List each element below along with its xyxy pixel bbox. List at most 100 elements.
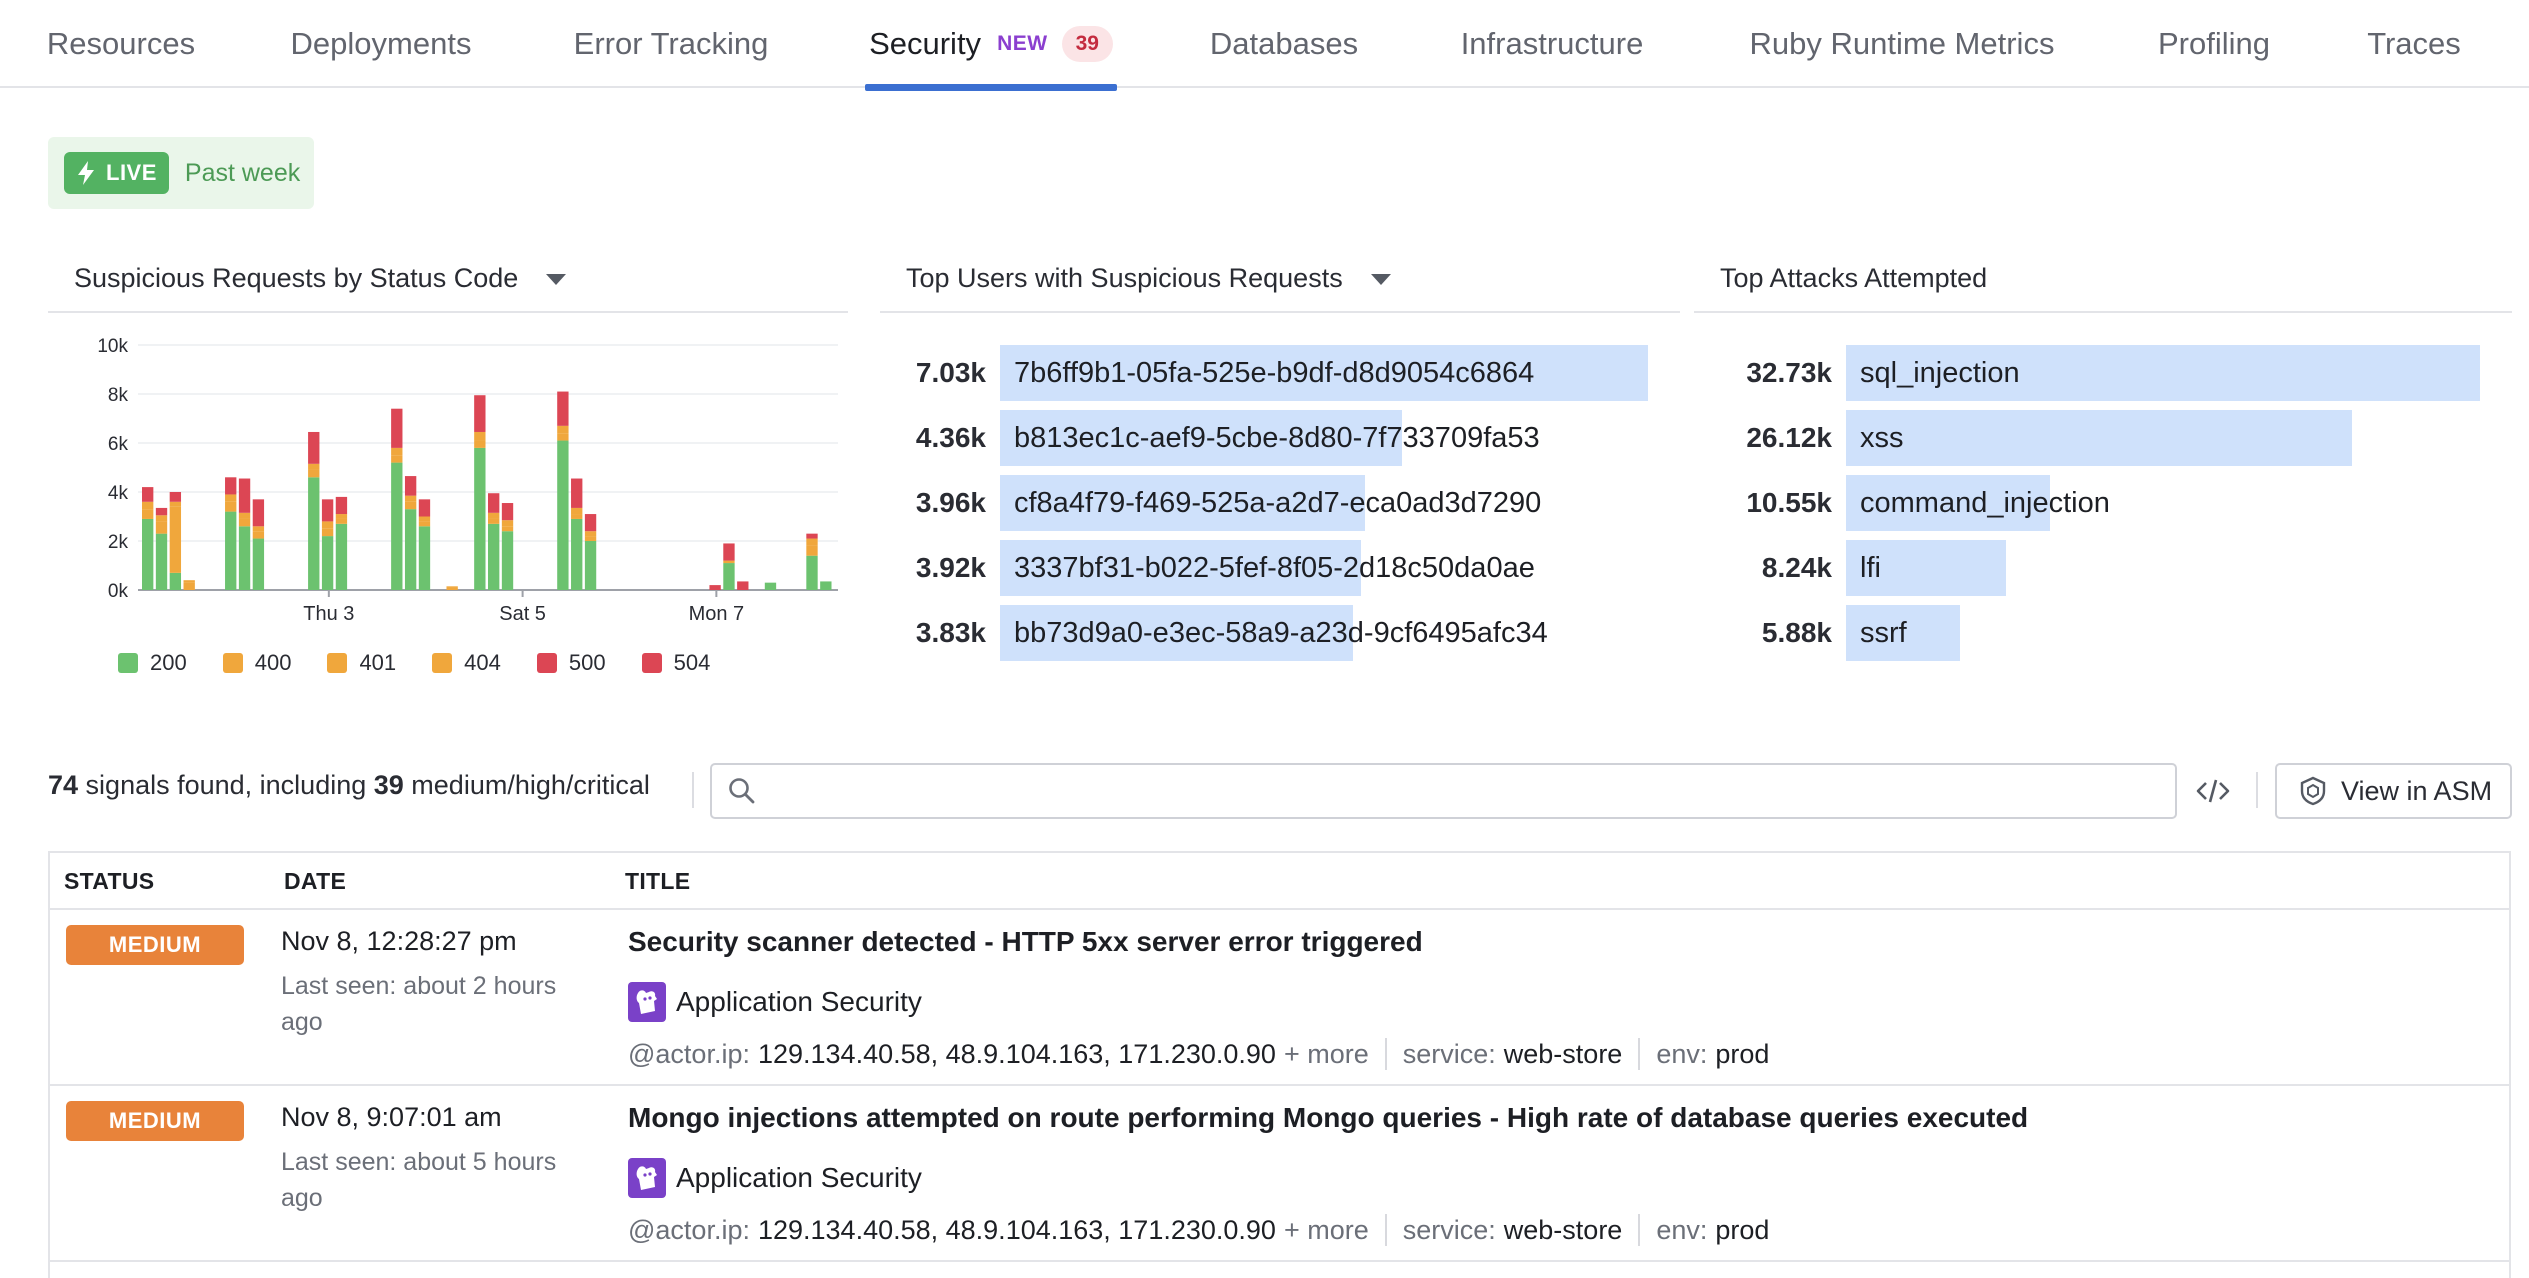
time-range-selector[interactable]: LIVE Past week — [48, 137, 314, 209]
tab-label: Traces — [2367, 26, 2461, 61]
bar-segment-400 — [321, 528, 334, 537]
datadog-logo-icon — [628, 982, 666, 1022]
view-in-asm-button[interactable]: View in ASM — [2275, 763, 2512, 819]
tab-profiling[interactable]: Profiling — [2150, 0, 2278, 88]
value-label: 3.83k — [915, 617, 986, 648]
value-label: 32.73k — [1746, 357, 1832, 388]
y-tick-label: 10k — [97, 336, 128, 357]
bar-segment-200 — [308, 477, 320, 590]
signal-attributes: @actor.ip: 129.134.40.58, 48.9.104.163, … — [628, 1212, 1769, 1248]
bar-segment-200 — [155, 533, 168, 590]
bar-track: xss — [1846, 410, 2480, 466]
legend-item-500[interactable]: 500 — [536, 650, 606, 676]
top-users-list: 7.03k 7b6ff9b1-05fa-525e-b9df-d8d9054c686… — [882, 345, 1650, 670]
chevron-down-icon[interactable] — [546, 273, 567, 285]
tab-ruby-runtime-metrics[interactable]: Ruby Runtime Metrics — [1746, 0, 2058, 88]
category-label: 3337bf31-b022-5fef-8f05-2d18c50da0ae — [1014, 551, 1535, 584]
signals-search[interactable] — [710, 763, 2177, 819]
more-link[interactable]: + more — [1284, 1215, 1369, 1246]
tab-infrastructure[interactable]: Infrastructure — [1452, 0, 1652, 88]
tab-databases[interactable]: Databases — [1208, 0, 1360, 88]
bar-segment-404 — [308, 463, 320, 470]
top-attack-row[interactable]: 8.24k lfi — [1728, 540, 2480, 596]
column-header-title[interactable]: TITLE — [625, 853, 690, 910]
source-label: Application Security — [676, 1162, 922, 1193]
search-input[interactable] — [768, 765, 2175, 817]
table-header: STATUS DATE TITLE — [50, 853, 2509, 910]
bar-segment-504 — [404, 476, 417, 496]
lightning-icon — [78, 161, 94, 185]
legend-item-400[interactable]: 400 — [222, 650, 291, 676]
legend-label: 404 — [464, 650, 501, 675]
severity-badge: MEDIUM — [66, 925, 244, 965]
bar-segment-200 — [806, 555, 818, 590]
bar-segment-404 — [225, 494, 237, 502]
signal-title[interactable]: Security scanner detected - HTTP 5xx ser… — [628, 926, 1423, 958]
attr-value-env[interactable]: prod — [1715, 1039, 1769, 1070]
bar-segment-200 — [820, 581, 832, 590]
signal-title[interactable]: Mongo injections attempted on route perf… — [628, 1102, 2028, 1134]
top-attack-row[interactable]: 10.55k command_injection — [1728, 475, 2480, 531]
legend-item-401[interactable]: 401 — [327, 650, 396, 676]
tab-error-tracking[interactable]: Error Tracking — [568, 0, 774, 88]
more-link[interactable]: + more — [1284, 1039, 1369, 1070]
top-user-row[interactable]: 3.92k 3337bf31-b022-5fef-8f05-2d18c50da0a… — [882, 540, 1650, 596]
last-seen: Last seen: about 5 hours ago — [281, 1148, 557, 1212]
bar-segment-404 — [252, 526, 265, 532]
attr-key-actor-ip: @actor.ip: — [628, 1038, 750, 1069]
tab-label: Error Tracking — [573, 26, 769, 61]
code-icon[interactable] — [2190, 768, 2236, 814]
bar-segment-200 — [557, 440, 569, 590]
chevron-down-icon[interactable] — [1370, 273, 1391, 285]
bar-segment-404 — [501, 520, 514, 527]
tab-resources[interactable]: Resources — [28, 0, 214, 88]
tab-deployments[interactable]: Deployments — [286, 0, 476, 88]
table-row[interactable]: MEDIUM Nov 8, 9:07:01 am Last seen: abou… — [50, 1086, 2509, 1262]
top-attack-row[interactable]: 32.73k sql_injection — [1728, 345, 2480, 401]
legend-item-200[interactable]: 200 — [118, 650, 187, 676]
bar-segment-400 — [308, 469, 320, 478]
top-attack-row[interactable]: 26.12k xss — [1728, 410, 2480, 466]
bar-segment-200 — [335, 523, 348, 590]
bar-segment-200 — [238, 526, 251, 590]
legend-swatch — [327, 653, 348, 673]
bar-track: ssrf — [1846, 605, 2480, 661]
category-label: lfi — [1860, 551, 1881, 584]
table-row[interactable]: MEDIUM Nov 8, 12:28:27 pm Last seen: abo… — [50, 910, 2509, 1086]
bar-segment-404 — [418, 516, 431, 522]
top-user-row[interactable]: 7.03k 7b6ff9b1-05fa-525e-b9df-d8d9054c686… — [882, 345, 1650, 401]
top-user-row[interactable]: 3.96k cf8a4f79-f469-525a-a2d7-eca0ad3d729… — [882, 475, 1650, 531]
column-header-status[interactable]: STATUS — [64, 853, 154, 910]
attr-value-actor-ip[interactable]: 129.134.40.58, 48.9.104.163, 171.230.0.9… — [758, 1215, 1276, 1246]
bar-segment-200 — [764, 582, 777, 590]
attr-key-service: service: — [1402, 1214, 1496, 1245]
divider — [1638, 1038, 1641, 1070]
top-users-header: Top Users with Suspicious Requests — [880, 245, 1680, 313]
bar-segment-400 — [238, 518, 251, 527]
signal-date: Nov 8, 12:28:27 pm — [281, 926, 517, 956]
attr-value-env[interactable]: prod — [1715, 1215, 1769, 1246]
signal-source: Application Security — [628, 982, 922, 1022]
bar-segment-400 — [501, 526, 514, 532]
status-code-chart: 0k 2k 4k 6k 8k 10k Thu 3 Sat 5 Mon 7 — [97, 336, 838, 620]
bar-segment-504 — [391, 408, 403, 448]
top-user-row[interactable]: 4.36k b813ec1c-aef9-5cbe-8d80-7f733709fa5… — [882, 410, 1650, 466]
value-label: 3.96k — [915, 487, 986, 518]
chart-legend: 200 400 401 404 500 504 — [118, 650, 746, 676]
bar-track: cf8a4f79-f469-525a-a2d7-eca0ad3d7290 — [1000, 475, 1650, 531]
legend-item-404[interactable]: 404 — [432, 650, 501, 676]
bar-segment-404 — [404, 495, 417, 502]
legend-item-504[interactable]: 504 — [641, 650, 710, 676]
top-user-row[interactable]: 3.83k bb73d9a0-e3ec-58a9-a23d-9cf6495afc3… — [882, 605, 1650, 661]
tab-traces[interactable]: Traces — [2362, 0, 2466, 88]
attr-value-service[interactable]: web-store — [1504, 1039, 1623, 1070]
bar-segment-200 — [571, 518, 583, 590]
bar-segment-504 — [571, 478, 583, 508]
top-attack-row[interactable]: 5.88k ssrf — [1728, 605, 2480, 661]
attr-value-actor-ip[interactable]: 129.134.40.58, 48.9.104.163, 171.230.0.9… — [758, 1039, 1276, 1070]
attr-value-service[interactable]: web-store — [1504, 1215, 1623, 1246]
tab-security[interactable]: Security NEW 39 — [865, 0, 1117, 91]
legend-label: 401 — [359, 650, 397, 675]
bar-segment-404 — [142, 501, 154, 510]
column-header-date[interactable]: DATE — [284, 853, 346, 910]
